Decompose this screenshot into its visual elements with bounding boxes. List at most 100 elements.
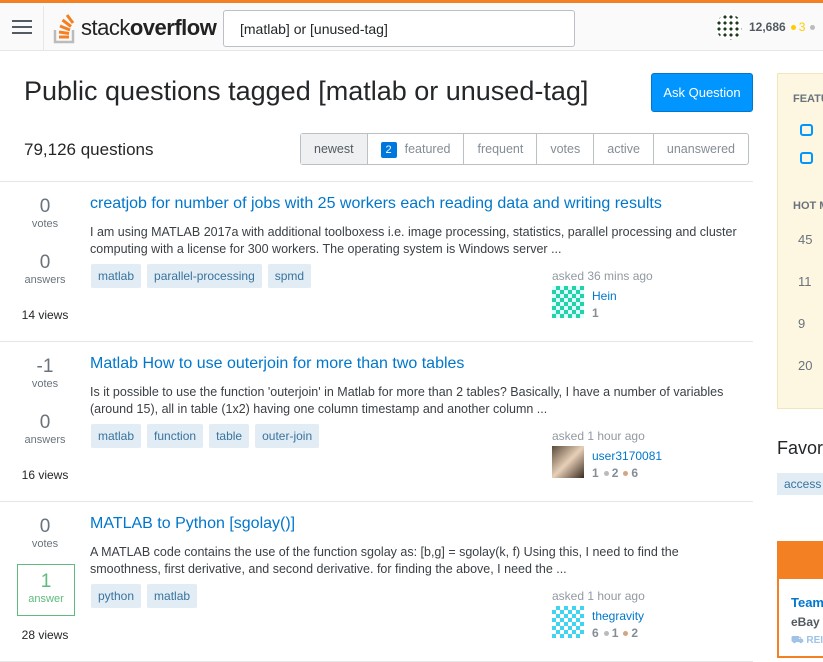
chat-bubble-icon [800,124,813,136]
bronze-badge-icon [623,631,629,637]
hot-count: 11 [798,274,812,289]
answers-number: 0 [39,252,51,273]
search-input[interactable]: [matlab] or [unused-tag] [223,10,575,47]
user-avatar[interactable] [552,446,584,478]
votes-label: votes [31,218,59,230]
tag[interactable]: matlab [91,264,142,288]
tab-active[interactable]: active [593,134,653,164]
question-summary: 0 votes 1 answer 28 views MATLAB to Python… [0,502,753,662]
user-reputation: 1 [592,306,599,320]
tab-unanswered[interactable]: unanswered [652,134,748,164]
hot-count: 45 [798,232,813,247]
answer-count: 0 answers [0,252,90,286]
gold-count: 3 [798,20,806,34]
question-title-link[interactable]: MATLAB to Python [sgolay()] [90,515,295,533]
user-avatar[interactable] [552,606,584,638]
featured-count-badge: 2 [380,142,397,158]
votes-number: -1 [36,356,54,377]
gold-badge-icon [790,24,796,30]
avatar[interactable] [716,14,742,40]
votes-number: 0 [39,196,51,217]
tab-label: votes [550,142,581,156]
silver-badge-icon [810,24,816,30]
question-excerpt: A MATLAB code contains the use of the fu… [90,545,679,576]
tag[interactable]: table [209,424,250,448]
user-card[interactable]: 12,686 3 [716,14,818,40]
reputation: 12,686 [749,20,786,34]
bronze-badge-icon [623,471,629,477]
tag-list: python matlab [91,584,198,608]
featured-heading: FEATU [793,93,823,105]
asked-time: asked 1 hour ago [552,589,645,603]
tag[interactable]: function [147,424,204,448]
question-title-link[interactable]: creatjob for number of jobs with 25 work… [90,195,662,213]
chat-bubble-icon [800,152,813,164]
asked-time: asked 1 hour ago [552,429,645,443]
votes-number: 0 [39,516,51,537]
asked-time: asked 36 mins ago [552,269,653,283]
question-summary: -1 votes 0 answers 16 views Matlab How to … [0,342,753,502]
question-summary: 0 votes 0 answers 14 views creatjob for nu… [0,182,753,342]
reputation: 1 [592,466,599,480]
job-company: eBay [791,615,820,629]
silver-badge-icon [603,471,609,477]
question-excerpt: I am using MATLAB 2017a with additional … [90,225,737,256]
view-count: 16 views [21,468,69,482]
reputation: 6 [592,626,599,640]
job-title[interactable]: Team [791,595,823,610]
top-bar: stackoverflow [matlab] or [unused-tag] 1… [0,0,823,51]
tag[interactable]: outer-join [255,424,320,448]
tag[interactable]: parallel-processing [147,264,262,288]
answer-count: 0 answers [0,412,90,446]
answers-label: answers [24,434,66,446]
silver-badge-icon [603,631,609,637]
favorite-tag[interactable]: access [777,473,823,495]
silver-count: 2 [611,466,619,480]
tab-label: frequent [477,142,524,156]
divider [43,6,44,50]
view-count: 14 views [21,308,69,322]
votes-label: votes [31,378,59,390]
answer-count: 1 answer [17,564,75,616]
answers-label: answer [28,593,64,605]
question-title-link[interactable]: Matlab How to use outerjoin for more tha… [90,355,464,373]
stack-logo-icon [53,14,75,44]
view-count: 28 views [21,628,69,642]
tag[interactable]: matlab [147,584,198,608]
favorite-tags-heading: Favor [777,438,823,458]
logo-text: stack [81,15,130,40]
user-avatar[interactable] [552,286,584,318]
job-remote-label: REI [806,635,823,646]
tab-featured[interactable]: 2 featured [366,134,464,164]
ask-question-button[interactable]: Ask Question [651,73,753,112]
answers-number: 1 [40,571,52,592]
logo-text-bold: overflow [129,15,217,40]
tab-votes[interactable]: votes [536,134,593,164]
user-name-link[interactable]: user3170081 [592,449,662,463]
tag-list: matlab function table outer-join [91,424,320,448]
user-name-link[interactable]: thegravity [592,609,644,623]
question-count: 79,126 questions [24,140,154,159]
hot-count: 9 [798,316,806,331]
question-list: 0 votes 0 answers 14 views creatjob for nu… [0,181,753,662]
tag[interactable]: spmd [267,264,312,288]
tag-list: matlab parallel-processing spmd [91,264,312,288]
tab-label: active [607,142,640,156]
user-name-link[interactable]: Hein [592,289,617,303]
answers-label: answers [24,274,66,286]
votes-label: votes [31,538,59,550]
tab-newest[interactable]: newest [301,134,367,164]
tag[interactable]: python [91,584,142,608]
page-title: Public questions tagged [matlab or unuse… [24,76,589,106]
reputation: 1 [592,306,599,320]
job-remote: ⛟ REI [791,635,823,646]
tag[interactable]: matlab [91,424,142,448]
user-reputation: 612 [592,626,638,640]
vote-count: -1 votes [0,356,90,390]
job-ad[interactable]: Team eBay ⛟ REI [777,541,823,658]
user-reputation: 126 [592,466,638,480]
tab-frequent[interactable]: frequent [463,134,536,164]
logo[interactable]: stackoverflow [53,11,217,45]
hot-meta-heading: HOT M [793,200,823,212]
menu-icon[interactable] [12,20,32,35]
